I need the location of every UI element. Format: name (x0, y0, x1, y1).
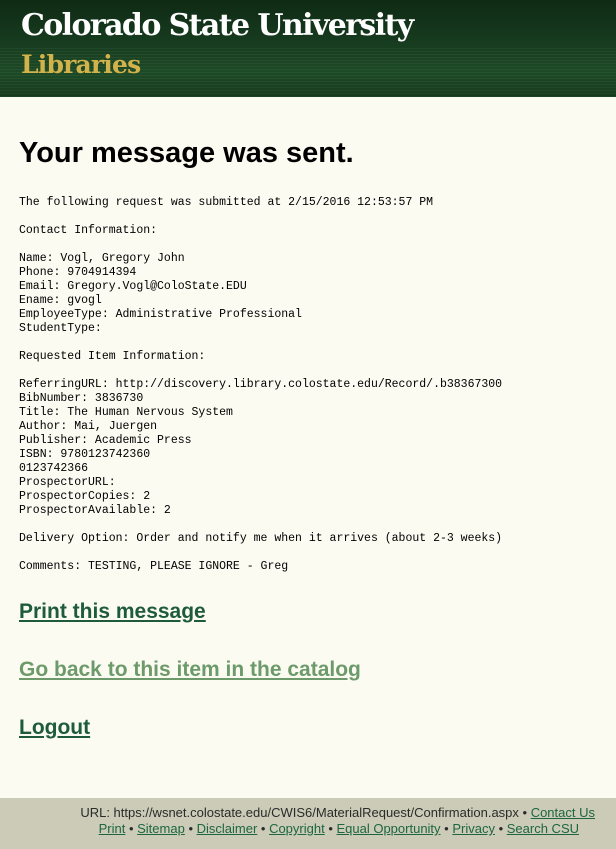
main-content: Your message was sent. The following req… (19, 135, 599, 574)
message-line: The following request was submitted at 2… (19, 196, 434, 209)
message-line: Author: Mai, Juergen (19, 420, 158, 433)
message-line: ProspectorURL: (19, 476, 116, 489)
disclaimer-link[interactable]: Disclaimer (197, 821, 258, 836)
footer-url-line: URL: https://wsnet.colostate.edu/CWIS6/M… (80, 805, 595, 820)
footer-separator: • (257, 821, 270, 836)
message-line (19, 210, 599, 224)
logout-link[interactable]: Logout (19, 715, 90, 741)
footer-separator: • (184, 821, 197, 836)
message-line: ProspectorCopies: 2 (19, 490, 151, 503)
message-line: Publisher: Academic Press (19, 434, 192, 447)
copyright-link[interactable]: Copyright (269, 821, 325, 836)
message-line: ProspectorAvailable: 2 (19, 504, 171, 517)
print-message-link[interactable]: Print this message (19, 599, 206, 625)
footer-separator: • (494, 821, 507, 836)
page-url-text: URL: https://wsnet.colostate.edu/CWIS6/M… (80, 805, 519, 820)
message-line: Name: Vogl, Gregory John (19, 252, 185, 265)
university-logo-text[interactable]: Colorado State University (21, 8, 414, 43)
footer-separator: • (324, 821, 337, 836)
message-line (19, 336, 599, 350)
footer-print-link[interactable]: Print (99, 821, 126, 836)
message-line: BibNumber: 3836730 (19, 392, 144, 405)
message-line: Contact Information: (19, 224, 158, 237)
message-line (19, 364, 599, 378)
message-line (19, 518, 599, 532)
libraries-logo-text[interactable]: Libraries (21, 50, 141, 79)
page-title: Your message was sent. (19, 137, 354, 169)
message-line: ISBN: 9780123742360 (19, 448, 151, 461)
request-message-body: The following request was submitted at 2… (19, 196, 599, 574)
privacy-link[interactable]: Privacy (452, 821, 495, 836)
equal-opportunity-link[interactable]: Equal Opportunity (336, 821, 440, 836)
message-line: Ename: gvogl (19, 294, 102, 307)
message-line: Delivery Option: Order and notify me whe… (19, 532, 503, 545)
message-line: EmployeeType: Administrative Professiona… (19, 308, 302, 321)
message-line: ReferringURL: http://discovery.library.c… (19, 378, 503, 391)
message-line: StudentType: (19, 322, 102, 335)
footer-links-line: Print • Sitemap • Disclaimer • Copyright… (99, 821, 579, 836)
sitemap-link[interactable]: Sitemap (137, 821, 185, 836)
message-line (19, 238, 599, 252)
message-line: Phone: 9704914394 (19, 266, 137, 279)
footer-separator: • (518, 805, 531, 820)
back-to-catalog-link[interactable]: Go back to this item in the catalog (19, 657, 361, 683)
footer-separator: • (125, 821, 138, 836)
contact-us-link[interactable]: Contact Us (531, 805, 595, 820)
message-line: Title: The Human Nervous System (19, 406, 233, 419)
message-line: Email: Gregory.Vogl@ColoState.EDU (19, 280, 247, 293)
message-line: 0123742366 (19, 462, 89, 475)
site-header: Colorado State University Libraries (0, 0, 616, 97)
search-csu-link[interactable]: Search CSU (507, 821, 579, 836)
message-line: Comments: TESTING, PLEASE IGNORE - Greg (19, 560, 289, 573)
message-line: Requested Item Information: (19, 350, 206, 363)
site-footer: URL: https://wsnet.colostate.edu/CWIS6/M… (0, 798, 616, 849)
footer-separator: • (440, 821, 453, 836)
message-line (19, 546, 599, 560)
